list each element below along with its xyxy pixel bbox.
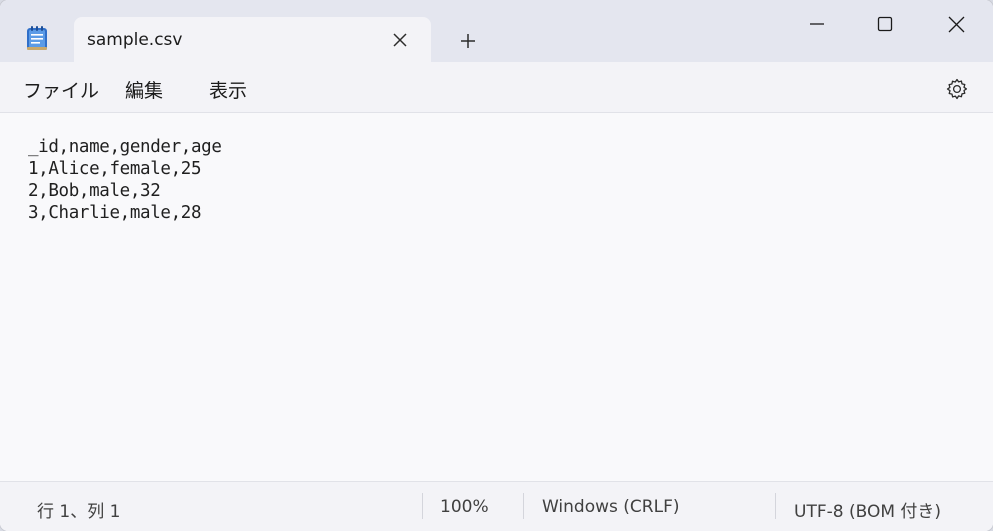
close-icon bbox=[393, 33, 407, 47]
tab-close-button[interactable] bbox=[387, 27, 413, 53]
text-editor[interactable]: _id,name,gender,age 1,Alice,female,25 2,… bbox=[0, 113, 993, 481]
tab-sample-csv[interactable]: sample.csv bbox=[74, 17, 431, 63]
close-icon bbox=[948, 16, 964, 32]
status-bar: 行 1、列 1 100% Windows (CRLF) UTF-8 (BOM 付… bbox=[0, 481, 993, 531]
editor-line: 3,Charlie,male,28 bbox=[28, 203, 202, 223]
minimize-icon bbox=[810, 23, 824, 25]
line-ending[interactable]: Windows (CRLF) bbox=[542, 497, 680, 517]
maximize-button[interactable] bbox=[862, 8, 908, 40]
editor-line: 2,Bob,male,32 bbox=[28, 181, 161, 201]
maximize-icon bbox=[877, 16, 893, 32]
minimize-button[interactable] bbox=[794, 8, 840, 40]
close-window-button[interactable] bbox=[933, 8, 979, 40]
editor-line: 1,Alice,female,25 bbox=[28, 159, 202, 179]
menu-edit[interactable]: 編集 bbox=[125, 76, 163, 103]
status-divider bbox=[523, 493, 524, 519]
settings-button[interactable] bbox=[943, 75, 971, 103]
notepad-app-icon bbox=[26, 25, 48, 51]
plus-icon bbox=[461, 34, 475, 48]
status-divider bbox=[775, 493, 776, 519]
menu-bar: ファイル 編集 表示 bbox=[0, 62, 993, 113]
zoom-level[interactable]: 100% bbox=[440, 497, 489, 517]
menu-view[interactable]: 表示 bbox=[209, 76, 247, 103]
new-tab-button[interactable] bbox=[453, 27, 483, 55]
status-divider bbox=[422, 493, 423, 519]
gear-icon bbox=[946, 78, 968, 100]
editor-line: _id,name,gender,age bbox=[28, 137, 222, 157]
tab-title: sample.csv bbox=[87, 30, 183, 50]
notepad-window: sample.csv ファイル 編集 表示 _id,name,gender,ag… bbox=[0, 0, 993, 531]
cursor-position: 行 1、列 1 bbox=[37, 502, 121, 522]
title-bar[interactable]: sample.csv bbox=[0, 0, 993, 63]
encoding[interactable]: UTF-8 (BOM 付き) bbox=[794, 497, 941, 522]
menu-file[interactable]: ファイル bbox=[23, 76, 99, 103]
